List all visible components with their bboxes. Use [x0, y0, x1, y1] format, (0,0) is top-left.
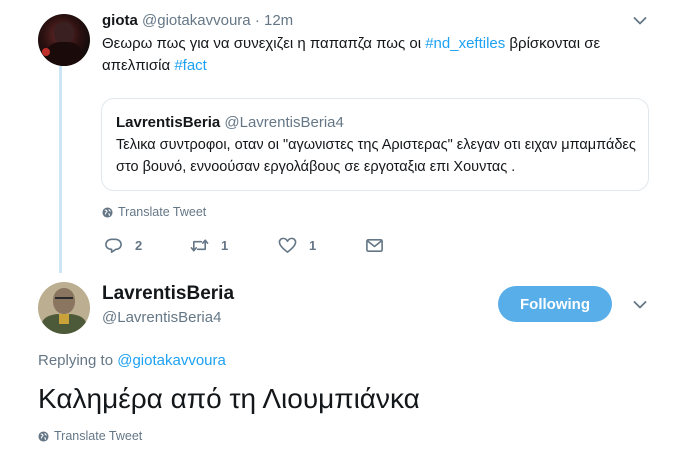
envelope-icon[interactable]	[365, 236, 384, 255]
author-name[interactable]: giota	[102, 12, 138, 29]
tweet-text: Θεωρω πως για να συνεχιζει η παπαπζα πως…	[102, 33, 632, 77]
translate-label[interactable]: Translate Tweet	[54, 429, 142, 443]
following-button[interactable]: Following	[498, 286, 612, 322]
avatar-giota[interactable]	[38, 14, 90, 66]
retweet-action[interactable]: 1	[190, 236, 228, 255]
reply-author-name[interactable]: LavrentisBeria	[102, 283, 234, 305]
retweet-icon[interactable]	[190, 236, 209, 255]
quote-author-handle: @LavrentisBeria4	[224, 114, 344, 131]
tweet-text-part: Θεωρω πως για να συνεχιζει η παπαπζα πως…	[102, 35, 426, 52]
heart-icon[interactable]	[278, 236, 297, 255]
quote-author-name: LavrentisBeria	[116, 114, 221, 131]
replying-to: Replying to @giotakavvoura	[38, 352, 226, 369]
translate-label[interactable]: Translate Tweet	[118, 205, 206, 219]
like-count: 1	[309, 238, 317, 253]
retweet-count: 1	[221, 238, 229, 253]
separator-dot: ·	[254, 12, 260, 29]
globe-icon	[38, 430, 49, 442]
quote-text: Τελικα συντροφοι, οταν οι "αγωνιστες της…	[116, 137, 636, 175]
replying-to-handle[interactable]: @giotakavvoura	[117, 352, 226, 369]
quote-header: LavrentisBeria @LavrentisBeria4	[116, 114, 344, 132]
direct-message-action[interactable]	[365, 236, 384, 255]
reply-action[interactable]: 2	[104, 236, 142, 255]
reply-author-handle[interactable]: @LavrentisBeria4	[102, 309, 221, 327]
author-handle[interactable]: @giotakavvoura	[142, 12, 251, 29]
avatar-lavrentisberia[interactable]	[38, 282, 90, 334]
hashtag-link[interactable]: #fact	[174, 57, 207, 74]
chevron-down-icon[interactable]	[633, 300, 647, 310]
thread-connector-line	[59, 66, 62, 273]
translate-tweet-link[interactable]: Translate Tweet	[38, 429, 142, 443]
reply-text: Καλημέρα από τη Λιουμπιάνκα	[38, 383, 420, 414]
globe-icon	[102, 206, 113, 218]
translate-tweet-link[interactable]: Translate Tweet	[102, 205, 206, 219]
like-action[interactable]: 1	[278, 236, 316, 255]
reply-count: 2	[135, 238, 143, 253]
quoted-tweet-card[interactable]: LavrentisBeria @LavrentisBeria4 Τελικα σ…	[101, 98, 649, 191]
tweet-timestamp[interactable]: 12m	[264, 12, 293, 29]
reply-icon[interactable]	[104, 236, 123, 255]
replying-prefix: Replying to	[38, 352, 118, 369]
tweet-header: giota @giotakavvoura · 12m	[102, 12, 293, 30]
chevron-down-icon[interactable]	[633, 16, 647, 26]
hashtag-link[interactable]: #nd_xeftiles	[425, 35, 505, 52]
